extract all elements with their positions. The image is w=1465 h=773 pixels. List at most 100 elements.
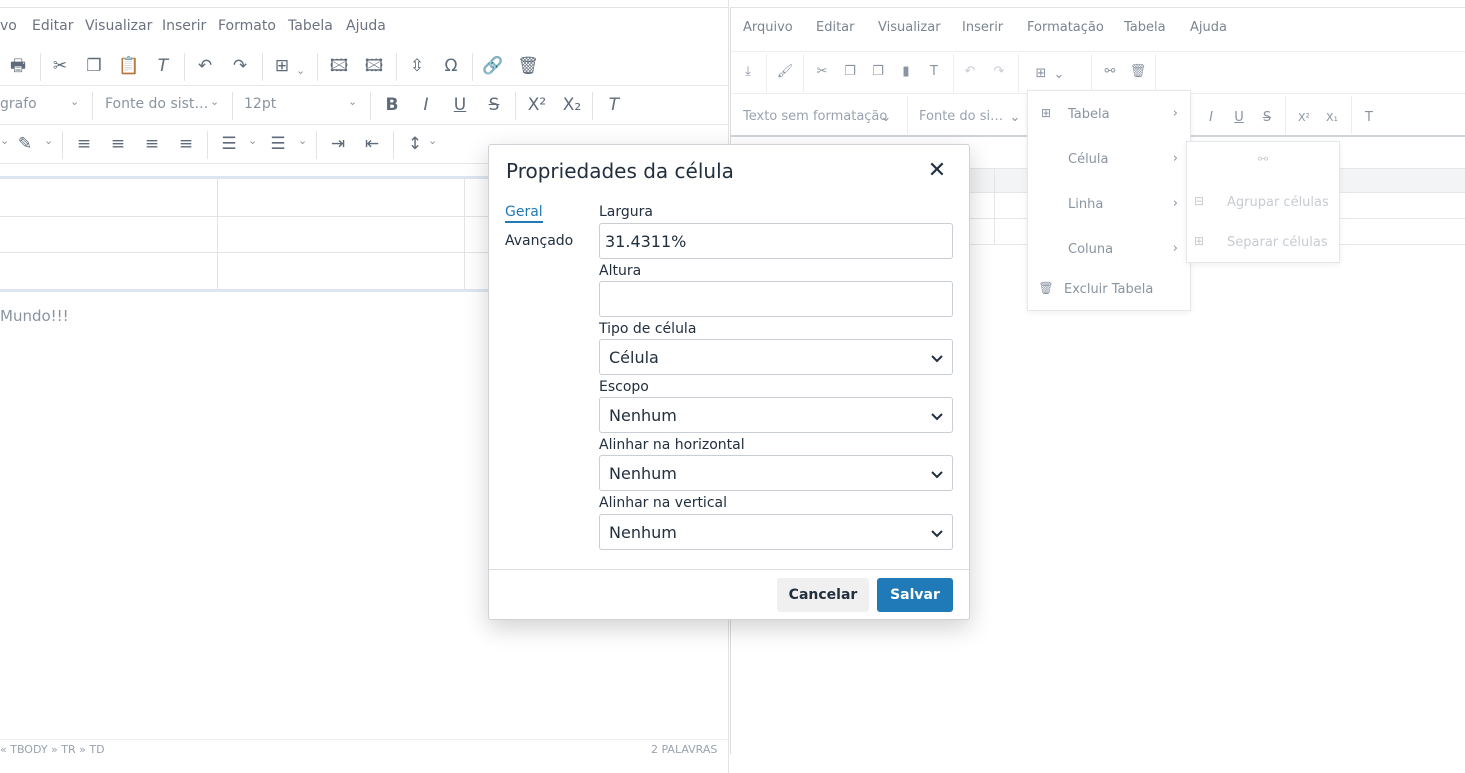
bold-icon[interactable]: B <box>380 94 404 116</box>
chevron-down-icon[interactable]: ⌄ <box>298 134 307 147</box>
width-input[interactable] <box>599 223 953 259</box>
link-icon[interactable]: ⚯ <box>1100 62 1120 82</box>
chevron-down-icon[interactable]: ⌄ <box>876 108 896 128</box>
copy-icon[interactable]: ❐ <box>840 62 860 82</box>
menu-table[interactable]: Tabela <box>288 18 333 34</box>
table-icon[interactable]: ⊞ <box>270 55 294 77</box>
clear-format-icon[interactable]: T <box>1359 108 1379 128</box>
h-align-select[interactable]: Nenhum <box>599 455 953 491</box>
undo-icon[interactable]: ↶ <box>960 62 980 82</box>
save-button[interactable]: Salvar <box>877 578 953 612</box>
page-break-icon[interactable]: ⇳ <box>405 55 429 77</box>
justify-icon[interactable]: ≡ <box>174 133 198 155</box>
block-format-select[interactable]: Texto sem formatação <box>743 109 887 124</box>
clear-format-icon[interactable]: T <box>151 55 175 77</box>
underline-icon[interactable]: U <box>448 94 472 116</box>
cancel-button[interactable]: Cancelar <box>777 578 869 612</box>
cut-icon[interactable]: ✂ <box>48 55 72 77</box>
numbered-list-icon[interactable]: ☰ <box>266 133 290 155</box>
menu-item-cell[interactable]: Célula › <box>1028 139 1190 183</box>
subscript-icon[interactable]: X₂ <box>560 94 584 116</box>
menu-help[interactable]: Ajuda <box>1190 20 1227 35</box>
menu-file[interactable]: vo <box>0 18 17 34</box>
block-format-select[interactable]: grafo <box>0 96 37 112</box>
height-input[interactable] <box>599 281 953 317</box>
italic-icon[interactable]: I <box>414 94 438 116</box>
font-size-select[interactable]: 12pt <box>244 96 276 112</box>
table-icon[interactable]: ⊞ <box>1031 64 1051 84</box>
menu-format[interactable]: Formatação <box>1027 20 1104 35</box>
v-align-select[interactable]: Nenhum <box>599 514 953 550</box>
special-char-icon[interactable]: Ω <box>439 55 463 77</box>
menu-insert[interactable]: Inserir <box>162 18 206 34</box>
outdent-icon[interactable]: ⇤ <box>360 133 384 155</box>
copy-icon[interactable]: ❐ <box>82 55 106 77</box>
strikethrough-icon[interactable]: S <box>1257 108 1277 128</box>
edit-image-icon[interactable]: 🖾 <box>362 55 386 77</box>
cut-icon[interactable]: ✂ <box>812 62 832 82</box>
chevron-down-icon[interactable]: ⌄ <box>1049 65 1069 85</box>
submenu-link[interactable]: ⚯ <box>1187 142 1339 180</box>
undo-icon[interactable]: ↶ <box>193 55 217 77</box>
chevron-down-icon[interactable]: ⌄ <box>428 134 437 147</box>
menu-view[interactable]: Visualizar <box>85 18 152 34</box>
bullet-list-icon[interactable]: ☰ <box>217 133 241 155</box>
clear-format-icon[interactable]: T <box>602 94 626 116</box>
indent-icon[interactable]: ⇥ <box>326 133 350 155</box>
align-right-icon[interactable]: ≡ <box>140 133 164 155</box>
highlight-color-icon[interactable]: ✎ <box>13 133 37 155</box>
link-icon[interactable]: 🔗 <box>481 55 505 77</box>
image-icon[interactable]: 🖾 <box>327 55 351 77</box>
menu-item-column[interactable]: Coluna › <box>1028 229 1190 273</box>
menu-table[interactable]: Tabela <box>1124 20 1166 35</box>
chevron-down-icon[interactable]: ⌄ <box>210 95 219 108</box>
font-family-select[interactable]: Fonte do si… <box>919 109 1003 124</box>
menu-item-delete-table[interactable]: 🗑 Excluir Tabela <box>1028 269 1190 313</box>
chevron-down-icon[interactable]: ⌄ <box>0 134 9 147</box>
tab-general[interactable]: Geral <box>505 204 543 223</box>
chevron-down-icon[interactable]: ⌄ <box>44 134 53 147</box>
trash-icon[interactable]: 🗑 <box>1128 62 1148 82</box>
subscript-icon[interactable]: X₁ <box>1322 108 1342 128</box>
italic-icon[interactable]: I <box>1201 108 1221 128</box>
chevron-down-icon[interactable]: ⌄ <box>1005 108 1025 128</box>
menu-item-row[interactable]: Linha › <box>1028 184 1190 228</box>
menu-item-merge-cells[interactable]: ⊟ Agrupar células <box>1187 182 1339 226</box>
paste-icon[interactable]: ❐ <box>868 62 888 82</box>
format-painter-icon[interactable]: 🖌 <box>775 62 795 82</box>
cell-type-select[interactable]: Célula <box>599 339 953 375</box>
paste-text-icon[interactable]: ▮ <box>896 62 916 82</box>
underline-icon[interactable]: U <box>1229 108 1249 128</box>
menu-help[interactable]: Ajuda <box>346 18 386 34</box>
chevron-down-icon[interactable]: ⌄ <box>248 134 257 147</box>
chevron-down-icon[interactable]: ⌄ <box>296 64 305 77</box>
superscript-icon[interactable]: X² <box>525 94 549 116</box>
menu-view[interactable]: Visualizar <box>878 20 941 35</box>
scope-select[interactable]: Nenhum <box>599 397 953 433</box>
menu-item-table[interactable]: ⊞ Tabela › <box>1028 94 1190 138</box>
close-icon[interactable]: ✕ <box>925 159 949 183</box>
line-height-icon[interactable]: ↕ <box>403 133 427 155</box>
save-icon[interactable]: ⤓ <box>738 62 758 82</box>
menu-item-split-cells[interactable]: ⊞ Separar células <box>1187 222 1339 266</box>
chevron-down-icon[interactable]: ⌄ <box>348 95 357 108</box>
menu-file[interactable]: Arquivo <box>743 20 793 35</box>
font-family-select[interactable]: Fonte do sist… <box>105 96 208 112</box>
align-left-icon[interactable]: ≡ <box>72 133 96 155</box>
tab-advanced[interactable]: Avançado <box>505 233 573 249</box>
word-count[interactable]: 2 PALAVRAS <box>651 743 717 756</box>
menu-format[interactable]: Formato <box>218 18 276 34</box>
menu-insert[interactable]: Inserir <box>962 20 1003 35</box>
paste-icon[interactable]: 📋 <box>117 55 141 77</box>
align-center-icon[interactable]: ≡ <box>106 133 130 155</box>
superscript-icon[interactable]: X² <box>1294 108 1314 128</box>
chevron-down-icon[interactable]: ⌄ <box>70 95 79 108</box>
element-path[interactable]: « TBODY » TR » TD <box>0 743 105 756</box>
menu-edit[interactable]: Editar <box>32 18 73 34</box>
trash-icon[interactable]: 🗑 <box>516 55 540 77</box>
menu-edit[interactable]: Editar <box>816 20 855 35</box>
strikethrough-icon[interactable]: S <box>482 94 506 116</box>
redo-icon[interactable]: ↷ <box>989 62 1009 82</box>
clear-format-icon[interactable]: T <box>924 62 944 82</box>
print-icon[interactable]: 🖶 <box>6 55 30 77</box>
